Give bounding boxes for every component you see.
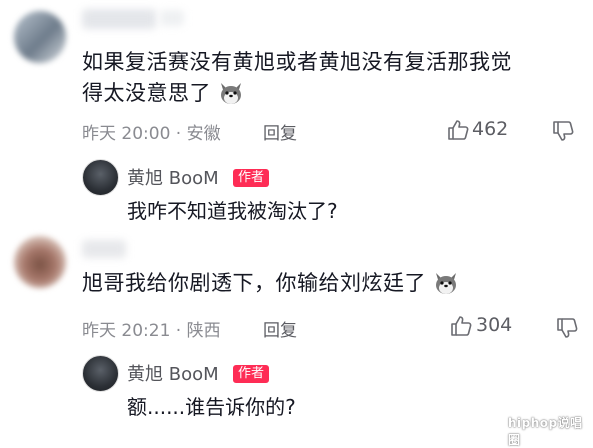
comment-time: 昨天 20:21	[82, 321, 171, 341]
commenter-name[interactable]	[82, 240, 126, 258]
reply-text: 额......谁告诉你的?	[127, 395, 296, 419]
author-badge: 作者	[233, 169, 270, 187]
author-badge: 作者	[233, 365, 270, 383]
like-count: 304	[476, 314, 513, 336]
watermark: hiphop说唱圈	[508, 416, 583, 447]
comment-text-line: 得太没意思了	[82, 78, 582, 109]
commenter-name[interactable]	[82, 9, 156, 29]
comment-meta: 昨天 20:00 · 安徽	[82, 124, 221, 144]
like-count: 462	[472, 118, 509, 140]
author-name[interactable]: 黄旭 BooM	[127, 360, 219, 386]
reply-button[interactable]: 回复	[263, 124, 297, 144]
comment-text: 如果复活赛没有黄旭或者黄旭没有复活那我觉 得太没意思了	[82, 47, 582, 109]
commenter-avatar[interactable]	[14, 236, 66, 288]
comment-location: 安徽	[186, 124, 221, 144]
dislike-icon[interactable]	[552, 120, 574, 142]
comment-text-line: 旭哥我给你剧透下，你输给刘炫廷了	[82, 268, 582, 299]
dislike-icon[interactable]	[556, 317, 578, 339]
author-avatar[interactable]	[82, 355, 119, 392]
comment-time: 昨天 20:00	[82, 124, 171, 144]
author-avatar[interactable]	[82, 159, 119, 196]
author-name[interactable]: 黄旭 BooM	[127, 164, 219, 190]
like-icon[interactable]	[450, 315, 472, 337]
comment-location: 陕西	[186, 321, 221, 341]
reply-text: 我咋不知道我被淘汰了?	[127, 199, 338, 223]
comment-text: 旭哥我给你剧透下，你输给刘炫廷了	[82, 268, 582, 299]
comment-meta: 昨天 20:21 · 陕西	[82, 321, 221, 341]
reply-button[interactable]: 回复	[263, 321, 297, 341]
dog-emoji-icon	[433, 271, 459, 295]
dog-emoji-icon	[218, 81, 244, 105]
comment-text-line: 如果复活赛没有黄旭或者黄旭没有复活那我觉	[82, 50, 512, 74]
commenter-name-extra	[160, 10, 184, 26]
like-icon[interactable]	[447, 119, 469, 141]
commenter-avatar[interactable]	[14, 11, 66, 63]
